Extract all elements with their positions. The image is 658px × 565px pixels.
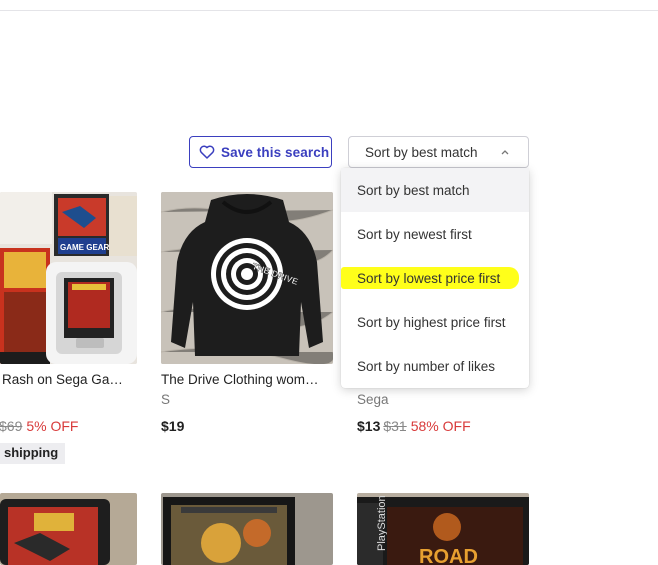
product-price: $69 5% OFF <box>0 418 78 434</box>
sort-option-highest-price[interactable]: Sort by highest price first <box>341 300 529 344</box>
product-brand: Sega <box>357 392 389 407</box>
save-search-button[interactable]: Save this search <box>189 136 332 168</box>
current-price: $19 <box>161 418 185 434</box>
save-search-label: Save this search <box>221 144 330 160</box>
heart-icon <box>199 145 215 159</box>
sort-option-newest[interactable]: Sort by newest first <box>341 212 529 256</box>
product-title[interactable]: Rash on Sega Ga… <box>2 372 132 387</box>
shipping-badge: shipping <box>0 443 66 464</box>
product-image-hoodie[interactable]: THE DRIVE <box>161 192 333 364</box>
original-price: $69 <box>0 418 23 434</box>
discount-label: 5% OFF <box>26 418 79 434</box>
sort-selected-label: Sort by best match <box>365 144 478 160</box>
sort-option-best-match[interactable]: Sort by best match <box>341 168 529 212</box>
product-image-framed-art[interactable] <box>161 493 333 565</box>
sort-option-likes[interactable]: Sort by number of likes <box>341 344 529 388</box>
product-size: S <box>161 392 171 407</box>
product-price: $13 $31 58% OFF <box>357 418 471 434</box>
discount-label: 58% OFF <box>410 418 471 434</box>
original-price: $31 <box>383 418 407 434</box>
sort-dropdown-menu: Sort by best match Sort by newest first … <box>341 168 529 388</box>
current-price: $13 <box>357 418 381 434</box>
product-image-game-cartridge[interactable] <box>0 493 137 565</box>
chevron-up-icon <box>500 146 510 164</box>
product-image-road-rash[interactable]: GAME GEAR <box>0 192 137 364</box>
sort-select[interactable]: Sort by best match <box>348 136 529 168</box>
svg-text:ROAD: ROAD <box>419 546 478 565</box>
product-title[interactable]: The Drive Clothing wom… <box>161 372 331 387</box>
top-divider <box>0 10 658 11</box>
product-image-ps1-game[interactable]: PlayStation ROAD <box>357 493 529 565</box>
product-price: $19 <box>161 418 184 434</box>
svg-text:PlayStation: PlayStation <box>376 495 388 551</box>
sort-option-lowest-price[interactable]: Sort by lowest price first <box>341 256 529 300</box>
svg-text:GAME GEAR: GAME GEAR <box>60 243 110 252</box>
